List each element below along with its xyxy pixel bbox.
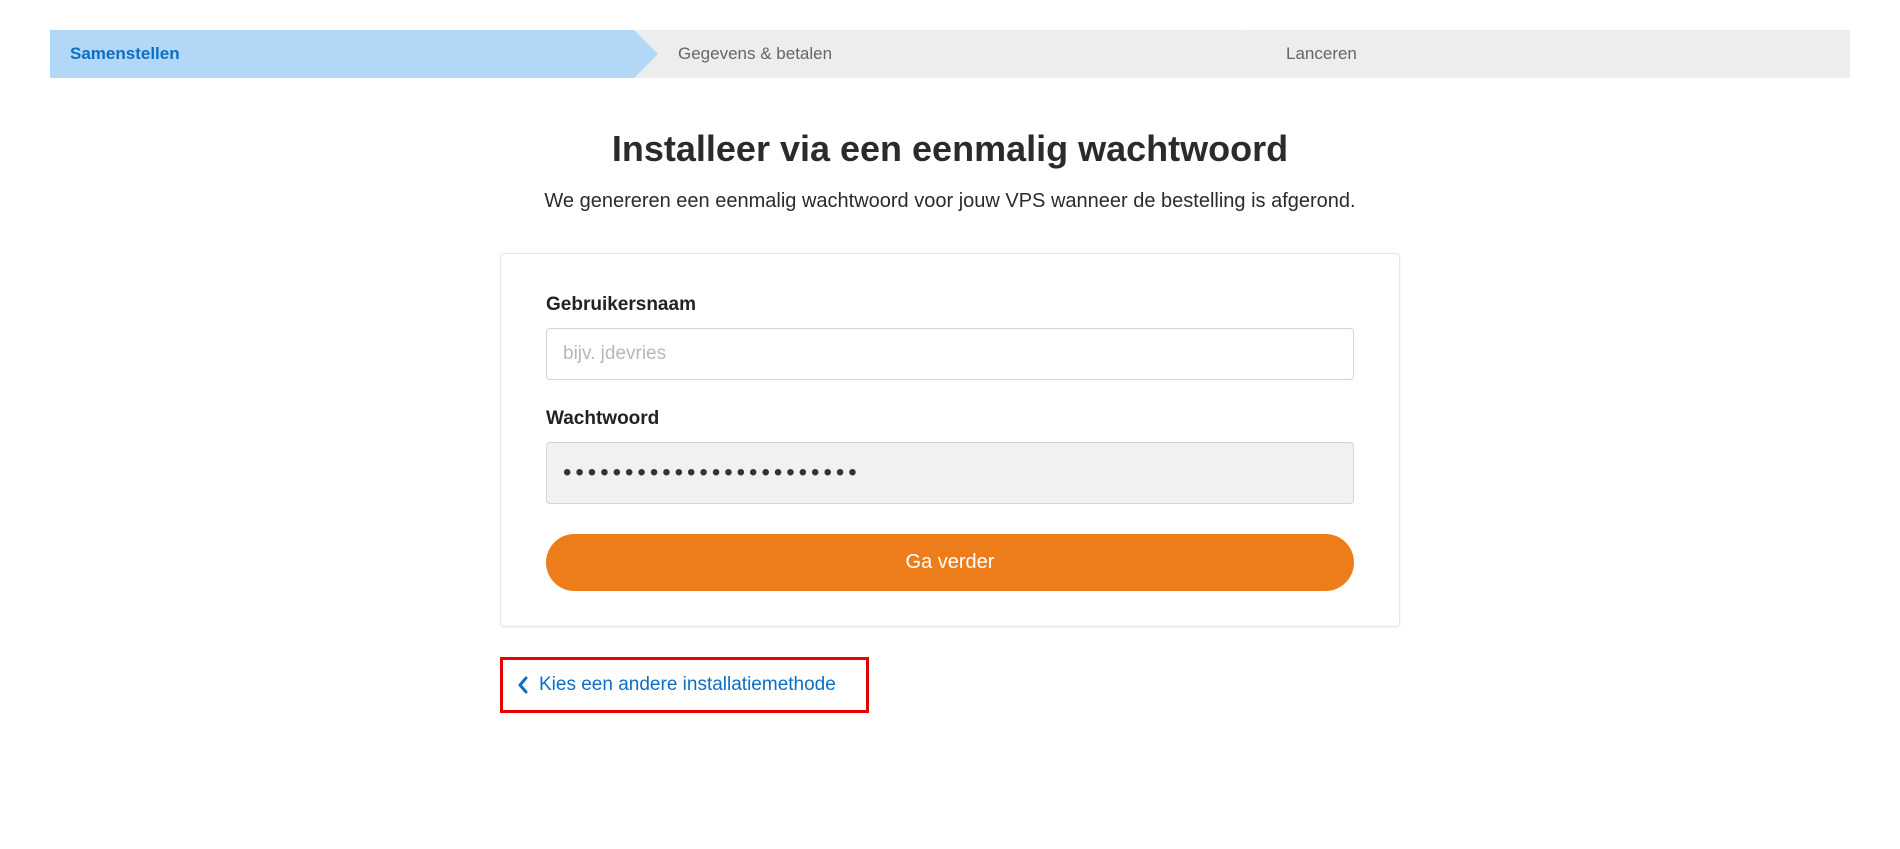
continue-button[interactable]: Ga verder <box>546 534 1354 591</box>
step-gegevens-betalen[interactable]: Gegevens & betalen <box>634 30 1242 78</box>
step-samenstellen[interactable]: Samenstellen <box>50 30 634 78</box>
choose-other-method-link[interactable]: Kies een andere installatiemethode <box>539 674 836 696</box>
step-label: Samenstellen <box>70 44 180 64</box>
page-title: Installeer via een eenmalig wachtwoord <box>470 128 1430 170</box>
step-label: Gegevens & betalen <box>678 44 832 64</box>
form-card: Gebruikersnaam Wachtwoord ••••••••••••••… <box>500 253 1400 627</box>
username-label: Gebruikersnaam <box>546 294 1354 316</box>
page-subtitle: We genereren een eenmalig wachtwoord voo… <box>470 190 1430 213</box>
progress-stepper: Samenstellen Gegevens & betalen Lanceren <box>50 30 1850 78</box>
password-label: Wachtwoord <box>546 408 1354 430</box>
step-lanceren[interactable]: Lanceren <box>1242 30 1850 78</box>
back-link-highlighted: Kies een andere installatiemethode <box>500 657 869 713</box>
chevron-left-icon <box>517 676 529 694</box>
username-input[interactable] <box>546 328 1354 380</box>
step-label: Lanceren <box>1286 44 1357 64</box>
password-display: •••••••••••••••••••••••• <box>546 442 1354 504</box>
